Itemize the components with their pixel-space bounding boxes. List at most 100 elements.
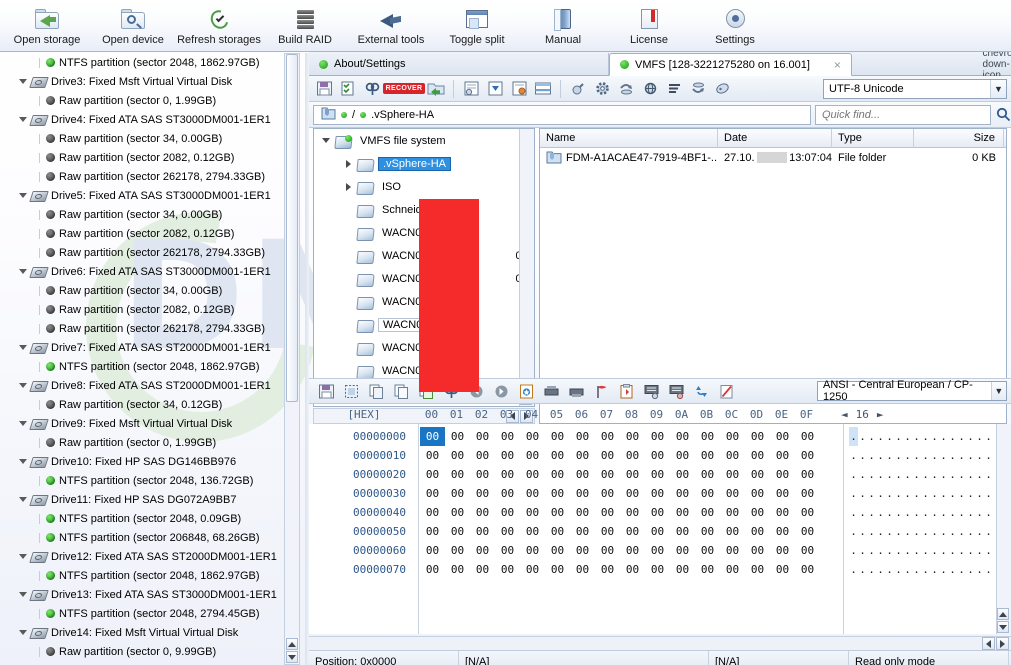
ascii-char[interactable]: . bbox=[894, 503, 903, 522]
ascii-char[interactable]: . bbox=[957, 484, 966, 503]
search-icon[interactable] bbox=[995, 105, 1011, 125]
manual-button[interactable]: Manual bbox=[520, 2, 606, 50]
ascii-char[interactable]: . bbox=[894, 560, 903, 579]
hex-byte[interactable]: 00 bbox=[470, 503, 495, 522]
hex-byte[interactable]: 00 bbox=[420, 446, 445, 465]
hex-byte[interactable]: 00 bbox=[795, 560, 820, 579]
scrollbar-thumb[interactable] bbox=[286, 54, 298, 402]
drive-tree-item[interactable]: Drive7: Fixed ATA SAS ST2000DM001-1ER1 bbox=[0, 338, 305, 357]
tab-close-icon[interactable]: × bbox=[834, 58, 841, 72]
drive-tree-item[interactable]: Raw partition (sector 34, 0.00GB) bbox=[0, 129, 305, 148]
hex-byte[interactable]: 00 bbox=[720, 541, 745, 560]
scroll-down-icon[interactable] bbox=[997, 621, 1009, 633]
hex-byte[interactable]: 00 bbox=[445, 522, 470, 541]
encode-icon[interactable] bbox=[665, 380, 687, 402]
hex-byte[interactable]: 00 bbox=[770, 427, 795, 446]
checklist-icon[interactable] bbox=[337, 78, 359, 100]
export-icon[interactable] bbox=[615, 78, 637, 100]
link-icon[interactable] bbox=[567, 78, 589, 100]
hex-byte[interactable]: 00 bbox=[645, 465, 670, 484]
ascii-char[interactable]: . bbox=[858, 484, 867, 503]
hex-byte[interactable]: 00 bbox=[795, 484, 820, 503]
drive-tree-scrollbar[interactable] bbox=[284, 53, 300, 665]
hex-byte[interactable]: 00 bbox=[445, 503, 470, 522]
hex-byte[interactable]: 00 bbox=[545, 560, 570, 579]
hex-byte[interactable]: 00 bbox=[520, 560, 545, 579]
search-input[interactable] bbox=[820, 107, 986, 122]
ascii-char[interactable]: . bbox=[858, 427, 867, 446]
column-header-date[interactable]: Date bbox=[718, 129, 832, 148]
hex-byte[interactable]: 00 bbox=[545, 522, 570, 541]
column-header-type[interactable]: Type bbox=[832, 129, 914, 148]
hex-byte[interactable]: 00 bbox=[770, 503, 795, 522]
ascii-char[interactable]: . bbox=[939, 427, 948, 446]
expand-collapse-icon[interactable] bbox=[16, 585, 30, 604]
gear-icon[interactable] bbox=[591, 78, 613, 100]
ascii-char[interactable]: . bbox=[903, 503, 912, 522]
ascii-char[interactable]: . bbox=[849, 560, 858, 579]
open-storage-button[interactable]: Open storage bbox=[4, 2, 90, 50]
expand-collapse-icon[interactable] bbox=[16, 72, 30, 91]
ascii-char[interactable]: . bbox=[885, 541, 894, 560]
drive-tree-item[interactable]: Raw partition (sector 2082, 0.12GB) bbox=[0, 148, 305, 167]
hex-byte[interactable]: 00 bbox=[670, 484, 695, 503]
expand-collapse-icon[interactable] bbox=[16, 661, 30, 665]
ascii-char[interactable]: . bbox=[867, 541, 876, 560]
ascii-char[interactable]: . bbox=[930, 446, 939, 465]
ascii-char[interactable]: . bbox=[939, 446, 948, 465]
decode-icon[interactable] bbox=[640, 380, 662, 402]
hex-byte[interactable]: 00 bbox=[670, 446, 695, 465]
drive-tree-item[interactable]: NTFS partition (sector 206848, 68.26GB) bbox=[0, 528, 305, 547]
ascii-char[interactable]: . bbox=[984, 522, 993, 541]
ascii-char[interactable]: . bbox=[984, 446, 993, 465]
hex-byte[interactable]: 00 bbox=[520, 465, 545, 484]
refresh-storages-button[interactable]: Refresh storages bbox=[176, 2, 262, 50]
drive-tree-item[interactable]: Drive6: Fixed ATA SAS ST3000DM001-1ER1 bbox=[0, 262, 305, 281]
hex-byte[interactable]: 00 bbox=[745, 522, 770, 541]
hex-byte[interactable]: 00 bbox=[595, 446, 620, 465]
filesystem-tree-scrollbar[interactable] bbox=[519, 129, 534, 406]
ascii-char[interactable]: . bbox=[975, 560, 984, 579]
ascii-char[interactable]: . bbox=[957, 522, 966, 541]
ascii-char[interactable]: . bbox=[876, 465, 885, 484]
ascii-char[interactable]: . bbox=[948, 427, 957, 446]
ascii-char[interactable]: . bbox=[858, 522, 867, 541]
hex-byte[interactable]: 00 bbox=[645, 446, 670, 465]
hex-byte[interactable]: 00 bbox=[595, 427, 620, 446]
check-down-icon[interactable] bbox=[484, 78, 506, 100]
file-name-cell[interactable]: FDM-A1ACAE47-7919-4BF1-... bbox=[540, 148, 718, 167]
hex-byte[interactable]: 00 bbox=[420, 427, 445, 446]
filesystem-tree-item[interactable]: WACN00 bbox=[314, 290, 518, 313]
hex-byte[interactable]: 00 bbox=[770, 541, 795, 560]
ascii-char[interactable]: . bbox=[858, 446, 867, 465]
ascii-char[interactable]: . bbox=[948, 522, 957, 541]
hex-byte[interactable]: 00 bbox=[470, 541, 495, 560]
ascii-char[interactable]: . bbox=[912, 522, 921, 541]
hex-byte[interactable]: 00 bbox=[595, 465, 620, 484]
ascii-char[interactable]: . bbox=[948, 484, 957, 503]
ascii-char[interactable]: . bbox=[903, 484, 912, 503]
ascii-char[interactable]: . bbox=[975, 427, 984, 446]
hex-byte[interactable]: 00 bbox=[420, 484, 445, 503]
copy-icon[interactable] bbox=[365, 380, 387, 402]
hex-hscrollbar[interactable] bbox=[309, 636, 1011, 650]
drive-tree-item[interactable]: Raw partition (sector 0, 1.99GB) bbox=[0, 433, 305, 452]
hex-byte[interactable]: 00 bbox=[595, 503, 620, 522]
ascii-char[interactable]: . bbox=[876, 560, 885, 579]
hex-byte[interactable]: 00 bbox=[695, 465, 720, 484]
ascii-char[interactable]: . bbox=[921, 560, 930, 579]
flag-icon[interactable] bbox=[590, 380, 612, 402]
hex-byte[interactable]: 00 bbox=[520, 484, 545, 503]
ascii-char[interactable]: . bbox=[966, 484, 975, 503]
ascii-char[interactable]: . bbox=[876, 484, 885, 503]
hex-byte[interactable]: 00 bbox=[670, 522, 695, 541]
ascii-char[interactable]: . bbox=[948, 503, 957, 522]
tab-vmfs[interactable]: VMFS [128-3221275280 on 16.001] × bbox=[609, 53, 852, 76]
hex-byte[interactable]: 00 bbox=[645, 427, 670, 446]
ascii-char[interactable]: . bbox=[921, 541, 930, 560]
hex-byte[interactable]: 00 bbox=[445, 541, 470, 560]
filesystem-tree-item[interactable]: VMFS file system bbox=[314, 129, 518, 152]
ascii-char[interactable]: . bbox=[903, 560, 912, 579]
ascii-char[interactable]: . bbox=[858, 560, 867, 579]
globe-icon[interactable] bbox=[639, 78, 661, 100]
